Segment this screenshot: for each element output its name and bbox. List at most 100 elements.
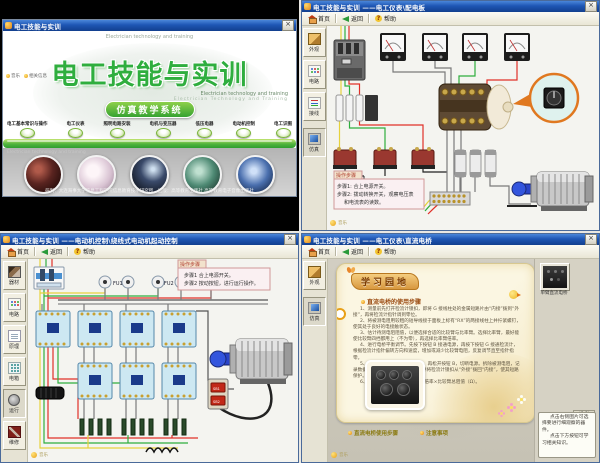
sidebar-panel-button[interactable]: 电箱 xyxy=(3,357,26,386)
magnifier-callout[interactable] xyxy=(513,74,578,122)
help-icon: ? xyxy=(375,248,382,255)
thumbnail-strip: Electrician technology and training 研制：大… xyxy=(3,148,296,196)
close-icon[interactable]: × xyxy=(585,1,597,12)
bridge-photo[interactable] xyxy=(365,360,425,410)
subtitle-banner: 仿真教学系统 xyxy=(104,101,194,118)
menu-button-icon[interactable] xyxy=(236,128,251,138)
cube-icon xyxy=(308,33,321,45)
green-band xyxy=(3,139,296,148)
splash-screen: 电工技能与实训 × Electrician technology and tra… xyxy=(0,0,299,231)
help-note: 点击右侧图片可选择要进行细观察的器件。 点击下方按钮可学习相关知识。 xyxy=(538,412,596,458)
music-icon[interactable] xyxy=(330,220,336,226)
content-title: 直流电桥的使用步骤 xyxy=(367,297,421,306)
sidebar-simulation-button[interactable]: 仿真 xyxy=(303,128,326,157)
toolbar-separator xyxy=(34,247,36,256)
wrench-icon xyxy=(8,426,21,438)
sidebar-appearance-button[interactable]: 外观 xyxy=(303,28,326,57)
sidebar-wiring-button[interactable]: 接线 xyxy=(303,92,326,121)
music-icon[interactable] xyxy=(31,452,37,458)
menu-button-icon[interactable] xyxy=(156,128,171,138)
contactors-row2[interactable] xyxy=(78,363,196,399)
app-icon xyxy=(3,236,10,243)
help-button[interactable]: ?帮助 xyxy=(373,14,398,23)
help-button[interactable]: ?帮助 xyxy=(373,247,398,256)
bridge-thumbnail-button[interactable] xyxy=(540,263,570,291)
close-icon[interactable]: × xyxy=(282,20,294,31)
usage-steps-link[interactable]: 直流电桥使用步骤 xyxy=(348,429,398,437)
home-button[interactable]: 首页 xyxy=(306,14,332,23)
sidebar-equipment-button[interactable]: 器材 xyxy=(3,261,26,290)
panel-meters[interactable] xyxy=(380,33,530,61)
sidebar-principle-button[interactable]: 原理 xyxy=(3,325,26,354)
sidebar: 器材 电路 原理 电箱 运行 维修 xyxy=(1,259,28,462)
menu-button-icon[interactable] xyxy=(276,128,291,138)
fu2-label: FU2 xyxy=(164,281,174,287)
circuit-breaker[interactable] xyxy=(334,40,365,80)
content-title-row: 直流电桥的使用步骤 xyxy=(361,297,421,306)
menu-item-motor-control[interactable]: 电动机控制 xyxy=(233,121,256,138)
bottom-links: 直流电桥使用步骤 注意事项 xyxy=(348,429,448,437)
title-bar: 电工技能与实训 ——电动机控制\绕线式电动机起动控制 × xyxy=(1,234,298,245)
porcelain-fuses[interactable] xyxy=(336,95,378,121)
monitor-icon xyxy=(308,302,321,314)
splash-content: Electrician technology and training 音乐 相… xyxy=(3,31,296,196)
transfer-switch[interactable] xyxy=(439,84,513,130)
menu-item-lv-apparatus[interactable]: 低压电器 xyxy=(196,121,214,138)
window-title: 电工技能与实训 ——电动机控制\绕线式电动机起动控制 xyxy=(12,235,282,245)
menu-item-lighting[interactable]: 照明电路安装 xyxy=(104,121,131,138)
motor[interactable] xyxy=(210,339,292,384)
menu-item-motors-transformers[interactable]: 电机与变压器 xyxy=(150,121,177,138)
back-button[interactable]: 返回 xyxy=(340,247,365,256)
sidebar: 外观 仿真 xyxy=(302,259,328,462)
help-icon: ? xyxy=(375,15,382,22)
back-button[interactable]: 返回 xyxy=(39,247,64,256)
app-icon xyxy=(304,236,311,243)
sidebar-appearance-button[interactable]: 外观 xyxy=(303,261,326,290)
rheostat[interactable] xyxy=(36,387,64,399)
cartridge-fuses[interactable] xyxy=(455,150,496,177)
sidebar-circuit-button[interactable]: 电路 xyxy=(303,60,326,89)
sidebar-simulation-button[interactable]: 仿真 xyxy=(303,297,326,326)
close-icon[interactable]: × xyxy=(284,234,296,245)
current-transformers[interactable] xyxy=(333,147,435,169)
menu-button-icon[interactable] xyxy=(20,128,35,138)
sidebar-repair-button[interactable]: 维修 xyxy=(3,421,26,450)
sidebar-circuit-button[interactable]: 电路 xyxy=(3,293,26,322)
menu-item-drawings[interactable]: 电工识图 xyxy=(274,121,292,138)
svg-text:操作步骤: 操作步骤 xyxy=(180,261,200,268)
flower-icon xyxy=(498,410,505,417)
contactors-row1[interactable] xyxy=(36,311,196,347)
app-icon xyxy=(304,3,311,10)
english-caption-right: Electrician technology and training Elec… xyxy=(174,91,288,102)
flower-icon xyxy=(507,403,516,412)
svg-text:操作步骤: 操作步骤 xyxy=(336,172,356,179)
terminal-strip[interactable] xyxy=(430,192,470,205)
circuit-breaker[interactable] xyxy=(34,267,64,289)
resistor-banks[interactable] xyxy=(80,419,186,435)
home-button[interactable]: 首页 xyxy=(306,247,332,256)
help-button[interactable]: ?帮助 xyxy=(72,247,97,256)
push-button-station[interactable]: SB1 SB2 xyxy=(208,379,228,409)
menu-button-icon[interactable] xyxy=(68,128,83,138)
simulation-canvas: 操作步骤 步骤1: 合上电源开关。 步骤2: 拨动转换开关，观察电压表 和电流表… xyxy=(327,26,599,230)
back-button[interactable]: 返回 xyxy=(340,14,365,23)
thumbnail-caption: 单臂直流电桥 xyxy=(535,290,573,296)
sidebar-run-button[interactable]: 运行 xyxy=(3,389,26,418)
operation-steps-box: 操作步骤 步骤1: 合上电源开关。 步骤2: 拨动转换开关，观察电压表 和电流表… xyxy=(334,171,424,209)
menu-item-basics[interactable]: 电工基本常识与操作 xyxy=(7,121,48,138)
learning-canvas: 学习园地 直流电桥的使用步骤 1、测量前先打开检流计锁扣，即将 G 接线柱处的金… xyxy=(328,259,599,462)
back-arrow-icon xyxy=(342,16,349,22)
main-menu: 电工基本常识与操作 电工仪表 照明电路安装 电机与变压器 低压电器 电动机控制 … xyxy=(7,121,292,138)
menu-button-icon[interactable] xyxy=(110,128,125,138)
precautions-link[interactable]: 注意事项 xyxy=(420,429,448,437)
music-icon[interactable] xyxy=(331,452,337,458)
svg-text:步骤1 合上电源开关。: 步骤1 合上电源开关。 xyxy=(184,272,234,279)
main-title: 电工技能与实训 xyxy=(3,53,296,92)
home-button[interactable]: 首页 xyxy=(5,247,31,256)
learning-panel: 学习园地 直流电桥的使用步骤 1、测量前先打开检流计锁扣，即将 G 接线柱处的金… xyxy=(336,263,535,423)
menu-button-icon[interactable] xyxy=(197,128,212,138)
close-icon[interactable]: × xyxy=(585,234,597,245)
fu1-label: FU1 xyxy=(113,281,123,287)
menu-item-instruments[interactable]: 电工仪表 xyxy=(67,121,85,138)
tools-icon xyxy=(8,266,21,278)
